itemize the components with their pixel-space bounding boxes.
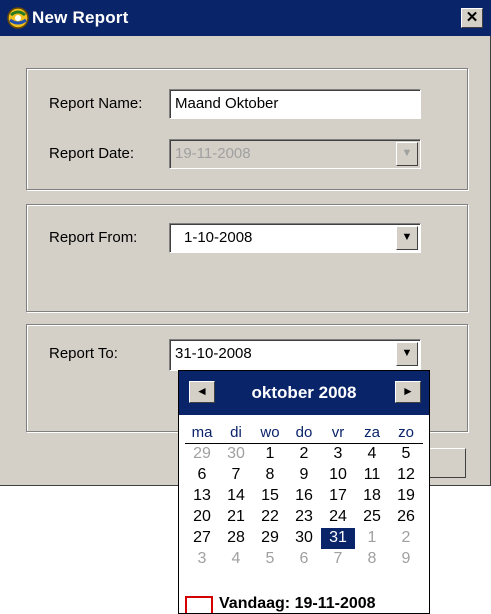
calendar-week-row: 13 14 15 16 17 18 19 xyxy=(185,486,423,507)
today-marker-icon xyxy=(185,596,213,613)
calendar-day[interactable]: 27 xyxy=(185,528,219,549)
chevron-down-icon[interactable]: ▼ xyxy=(396,226,418,250)
calendar-day[interactable]: 21 xyxy=(219,507,253,528)
calendar-day[interactable]: 20 xyxy=(185,507,219,528)
calendar-day[interactable]: 28 xyxy=(219,528,253,549)
calendar-day[interactable]: 29 xyxy=(253,528,287,549)
calendar-day[interactable]: 16 xyxy=(287,486,321,507)
calendar-day[interactable]: 7 xyxy=(219,465,253,486)
calendar-day[interactable]: 14 xyxy=(219,486,253,507)
chevron-down-icon: ▼ xyxy=(396,142,418,166)
calendar-week-row: 27 28 29 30 31 1 2 xyxy=(185,528,423,549)
app-logo-icon xyxy=(6,6,30,30)
report-from-dropdown[interactable]: 1-10-2008 ▼ xyxy=(169,223,421,253)
report-to-value: 31-10-2008 xyxy=(175,345,252,362)
calendar-week-row: 20 21 22 23 24 25 26 xyxy=(185,507,423,528)
calendar-week-row: 6 7 8 9 10 11 12 xyxy=(185,465,423,486)
calendar-day[interactable]: 24 xyxy=(321,507,355,528)
calendar-day[interactable]: 3 xyxy=(321,444,355,465)
weekday-label: vr xyxy=(331,424,345,441)
calendar-day[interactable]: 30 xyxy=(287,528,321,549)
weekday-label: za xyxy=(364,424,380,441)
weekday-label: ma xyxy=(191,424,213,441)
title-bar[interactable]: New Report ✕ xyxy=(0,0,491,36)
calendar-day[interactable]: 13 xyxy=(185,486,219,507)
calendar-day[interactable]: 26 xyxy=(389,507,423,528)
calendar-day[interactable]: 19 xyxy=(389,486,423,507)
calendar-day[interactable]: 22 xyxy=(253,507,287,528)
report-date-label: Report Date: xyxy=(49,145,135,162)
report-date-dropdown: 19-11-2008 ▼ xyxy=(169,139,421,169)
calendar-day[interactable]: 29 xyxy=(185,444,219,465)
calendar-header: ◄ oktober 2008 ► xyxy=(179,371,429,415)
calendar-month-title: oktober 2008 xyxy=(251,383,357,402)
report-name-input[interactable]: Maand Oktober xyxy=(169,89,421,119)
calendar-week-row: 3 4 5 6 7 8 9 xyxy=(185,549,423,570)
calendar-day[interactable]: 1 xyxy=(355,528,389,549)
calendar-day[interactable]: 11 xyxy=(355,465,389,486)
calendar-day[interactable]: 6 xyxy=(287,549,321,570)
calendar-day[interactable]: 6 xyxy=(185,465,219,486)
calendar-day[interactable]: 23 xyxy=(287,507,321,528)
calendar-day[interactable]: 8 xyxy=(253,465,287,486)
calendar-day[interactable]: 2 xyxy=(389,528,423,549)
report-to-label: Report To: xyxy=(49,345,118,362)
calendar-grid: ma di wo do vr za zo 29 30 1 2 3 4 5 6 7… xyxy=(185,423,423,570)
report-to-dropdown[interactable]: 31-10-2008 ▼ xyxy=(169,339,421,371)
weekday-label: di xyxy=(230,424,242,441)
calendar-day[interactable]: 3 xyxy=(185,549,219,570)
calendar-day[interactable]: 1 xyxy=(253,444,287,465)
weekday-label: wo xyxy=(260,424,280,441)
calendar-day[interactable]: 7 xyxy=(321,549,355,570)
calendar-day[interactable]: 5 xyxy=(389,444,423,465)
calendar-day[interactable]: 25 xyxy=(355,507,389,528)
chevron-right-icon: ► xyxy=(402,384,414,398)
today-label[interactable]: Vandaag: 19-11-2008 xyxy=(219,595,376,613)
calendar-day[interactable]: 8 xyxy=(355,549,389,570)
calendar-day[interactable]: 15 xyxy=(253,486,287,507)
calendar-day[interactable]: 30 xyxy=(219,444,253,465)
window-title: New Report xyxy=(32,8,129,27)
report-from-value: 1-10-2008 xyxy=(184,229,253,246)
calendar-day-selected[interactable]: 31 xyxy=(321,528,355,549)
chevron-down-icon[interactable]: ▼ xyxy=(396,342,418,366)
calendar-day[interactable]: 4 xyxy=(355,444,389,465)
weekday-header-row: ma di wo do vr za zo xyxy=(185,423,423,444)
calendar-day[interactable]: 4 xyxy=(219,549,253,570)
next-month-button[interactable]: ► xyxy=(395,381,421,403)
calendar-day[interactable]: 9 xyxy=(287,465,321,486)
report-from-group: Report From: 1-10-2008 ▼ xyxy=(26,204,468,312)
close-icon: ✕ xyxy=(465,9,479,26)
report-date-value: 19-11-2008 xyxy=(175,145,251,162)
calendar-day[interactable]: 5 xyxy=(253,549,287,570)
report-name-label: Report Name: xyxy=(49,95,143,112)
close-button[interactable]: ✕ xyxy=(461,8,483,28)
calendar-day[interactable]: 9 xyxy=(389,549,423,570)
calendar-day[interactable]: 10 xyxy=(321,465,355,486)
report-from-label: Report From: xyxy=(49,229,138,246)
calendar-day[interactable]: 17 xyxy=(321,486,355,507)
weekday-label: do xyxy=(295,424,313,441)
calendar-day[interactable]: 12 xyxy=(389,465,423,486)
weekday-label: zo xyxy=(398,424,414,441)
calendar-day[interactable]: 2 xyxy=(287,444,321,465)
report-info-group: Report Name: Maand Oktober Report Date: … xyxy=(26,68,468,190)
date-picker-calendar: ◄ oktober 2008 ► ma di wo do vr za zo 29… xyxy=(178,370,430,614)
calendar-week-row: 29 30 1 2 3 4 5 xyxy=(185,444,423,465)
calendar-day[interactable]: 18 xyxy=(355,486,389,507)
